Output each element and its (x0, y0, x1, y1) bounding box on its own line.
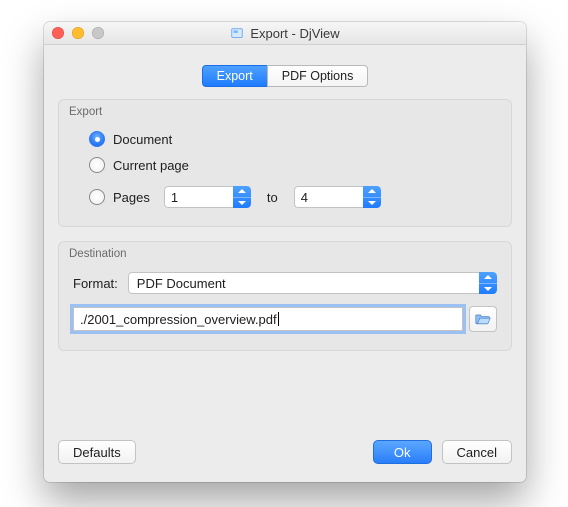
radio-pages-row: Pages 1 to 4 (89, 186, 497, 208)
pages-to-label: to (267, 190, 278, 205)
pages-from-value[interactable]: 1 (164, 186, 233, 208)
defaults-button-label: Defaults (73, 445, 121, 460)
chevron-down-icon[interactable] (233, 198, 251, 209)
titlebar: Export - DjView (44, 22, 526, 45)
close-icon[interactable] (52, 27, 64, 39)
pages-to-value[interactable]: 4 (294, 186, 363, 208)
radio-current-page[interactable] (89, 157, 105, 173)
chevron-up-icon[interactable] (363, 186, 381, 198)
export-group-label: Export (69, 106, 102, 118)
pages-from-step-buttons[interactable] (233, 186, 251, 208)
dialog-footer: Defaults Ok Cancel (58, 440, 512, 464)
ok-button[interactable]: Ok (373, 440, 432, 464)
folder-open-icon (475, 313, 491, 325)
zoom-icon (92, 27, 104, 39)
minimize-icon[interactable] (72, 27, 84, 39)
destination-path-value: ./2001_compression_overview.pdf (80, 312, 277, 327)
format-value: PDF Document (128, 272, 479, 294)
destination-path-input[interactable]: ./2001_compression_overview.pdf (73, 307, 463, 331)
destination-group-label: Destination (69, 248, 127, 260)
tab-export[interactable]: Export (202, 65, 267, 87)
ok-button-label: Ok (394, 445, 411, 460)
window-title-text: Export - DjView (250, 26, 339, 41)
pages-from-stepper[interactable]: 1 (164, 186, 251, 208)
radio-document[interactable] (89, 131, 105, 147)
dialog-content: Export PDF Options Export Document Curre… (44, 45, 526, 379)
radio-current-page-label: Current page (113, 158, 189, 173)
format-select[interactable]: PDF Document (128, 272, 497, 294)
export-group: Export Document Current page Pages 1 (58, 99, 512, 227)
radio-document-row[interactable]: Document (89, 128, 497, 150)
tab-pdf-options[interactable]: PDF Options (267, 65, 369, 87)
text-caret (278, 312, 279, 326)
cancel-button[interactable]: Cancel (442, 440, 512, 464)
defaults-button[interactable]: Defaults (58, 440, 136, 464)
tab-pdf-options-label: PDF Options (282, 69, 354, 83)
chevron-up-icon[interactable] (233, 186, 251, 198)
window-title: Export - DjView (230, 26, 339, 41)
window-controls (52, 27, 104, 39)
chevron-up-icon (479, 272, 497, 284)
chevron-down-icon[interactable] (363, 198, 381, 209)
format-select-button[interactable] (479, 272, 497, 294)
radio-current-page-row[interactable]: Current page (89, 154, 497, 176)
chevron-down-icon (479, 284, 497, 295)
pages-to-step-buttons[interactable] (363, 186, 381, 208)
radio-pages[interactable] (89, 189, 105, 205)
radio-document-label: Document (113, 132, 172, 147)
destination-group: Destination Format: PDF Document ./2001_… (58, 241, 512, 351)
cancel-button-label: Cancel (457, 445, 497, 460)
pages-to-stepper[interactable]: 4 (294, 186, 381, 208)
tab-bar: Export PDF Options (58, 65, 512, 87)
tab-export-label: Export (217, 69, 253, 83)
browse-button[interactable] (469, 306, 497, 332)
radio-pages-label: Pages (113, 190, 150, 205)
format-label: Format: (73, 276, 118, 291)
export-dialog: Export - DjView Export PDF Options Expor… (44, 22, 526, 482)
app-icon (230, 26, 244, 40)
